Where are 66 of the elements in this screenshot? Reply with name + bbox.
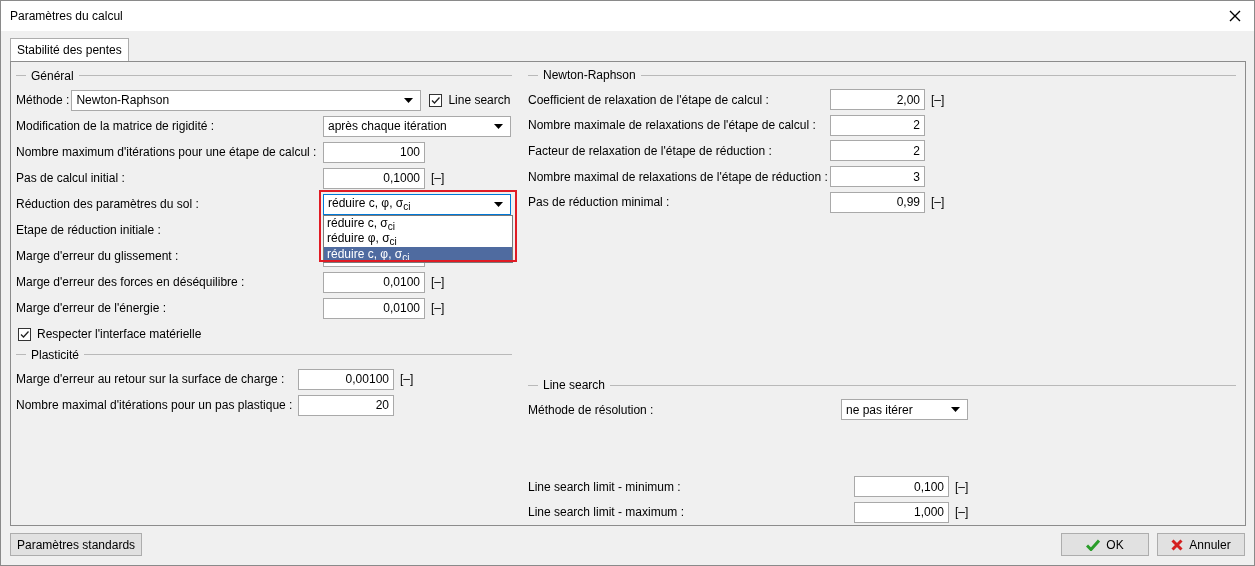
- field-label: Pas de calcul initial :: [16, 171, 126, 185]
- dropdown[interactable]: après chaque itération: [323, 115, 511, 137]
- check-icon: [1086, 538, 1101, 551]
- unit-label: [–]: [431, 275, 445, 289]
- number-field[interactable]: 0,00100: [298, 368, 394, 390]
- field-label: Marge d'erreur des forces en déséquilibre :: [16, 275, 246, 289]
- checkbox-label: Line search: [448, 93, 511, 107]
- number-field[interactable]: 0,1000: [323, 167, 425, 189]
- ok-button[interactable]: OK: [1061, 533, 1149, 556]
- field-label: Facteur de relaxation de l'étape de réduction :: [528, 143, 773, 158]
- unit-label: [–]: [400, 372, 414, 386]
- number-field[interactable]: 0,100: [854, 476, 949, 497]
- field-label: Réduction des paramètres du sol :: [16, 197, 200, 211]
- field-label: Nombre maximal de relaxations de l'étape de réduction :: [528, 169, 829, 184]
- number-field[interactable]: 100: [323, 141, 425, 163]
- checkbox[interactable]: [429, 93, 443, 107]
- field-label: Méthode de résolution :: [528, 402, 655, 417]
- caret-icon: [494, 123, 503, 129]
- number-field[interactable]: 2,00: [830, 89, 925, 111]
- unit-label: [–]: [431, 301, 445, 315]
- unit-label: [–]: [955, 505, 969, 520]
- unit-label: [–]: [931, 195, 945, 210]
- section-title: Line search: [542, 378, 607, 393]
- dropdown-option[interactable]: réduire φ, σ$_{ci}$: [324, 231, 512, 247]
- unit-label: [–]: [955, 479, 969, 494]
- cancel-button[interactable]: Annuler: [1157, 533, 1245, 556]
- number-field[interactable]: 2: [830, 140, 925, 162]
- defaults-button[interactable]: Paramètres standards: [10, 533, 143, 556]
- section-title: Général: [30, 68, 75, 83]
- field-label: Nombre maximal d'itérations pour un pas plastique :: [16, 398, 294, 412]
- dropdown[interactable]: réduire c, φ, σ$_{ci}$: [323, 193, 511, 215]
- cross-icon: [1171, 538, 1184, 551]
- field-label: Marge d'erreur de l'énergie :: [16, 301, 167, 315]
- section-title: Plasticité: [30, 347, 81, 362]
- field-label: Marge d'erreur du glissement :: [16, 249, 180, 263]
- field-label: Nombre maximum d'itérations pour une étape de calcul :: [16, 145, 318, 159]
- number-field[interactable]: 0,99: [830, 191, 925, 213]
- dropdown[interactable]: Newton-Raphson: [71, 89, 422, 111]
- number-field[interactable]: 2: [830, 114, 925, 136]
- close-icon[interactable]: [1229, 10, 1241, 22]
- field-label: Méthode :: [16, 93, 70, 107]
- dropdown[interactable]: ne pas itérer: [841, 399, 968, 421]
- window-title: Paramètres du calcul: [10, 9, 123, 23]
- caret-icon: [951, 407, 960, 413]
- section-title: Newton-Raphson: [542, 68, 637, 83]
- field-label: Coefficient de relaxation de l'étape de calcul :: [528, 92, 770, 107]
- checkbox[interactable]: [18, 327, 31, 341]
- field-label: Etape de réduction initiale :: [16, 223, 162, 237]
- tab[interactable]: Stabilité des pentes: [10, 38, 129, 61]
- checkbox-label: Respecter l'interface matérielle: [37, 327, 202, 341]
- field-label: Nombre maximale de relaxations de l'étape de calcul :: [528, 118, 817, 133]
- field-label: Line search limit - minimum :: [528, 479, 682, 494]
- field-label: Line search limit - maximum :: [528, 505, 686, 520]
- caret-icon: [494, 201, 503, 207]
- unit-label: [–]: [431, 171, 445, 185]
- number-field[interactable]: 20: [298, 394, 394, 416]
- number-field[interactable]: 0,0100: [323, 297, 425, 319]
- caret-icon: [404, 97, 414, 103]
- dropdown-option[interactable]: réduire c, σ$_{ci}$: [324, 215, 512, 231]
- number-field[interactable]: 0,0100: [323, 271, 425, 293]
- field-label: Modification de la matrice de rigidité :: [16, 119, 216, 133]
- field-label: Marge d'erreur au retour sur la surface de charge :: [16, 372, 286, 386]
- field-label: Pas de réduction minimal :: [528, 195, 671, 210]
- unit-label: [–]: [931, 92, 945, 107]
- number-field[interactable]: 3: [830, 166, 925, 188]
- number-field[interactable]: 1,000: [854, 501, 949, 523]
